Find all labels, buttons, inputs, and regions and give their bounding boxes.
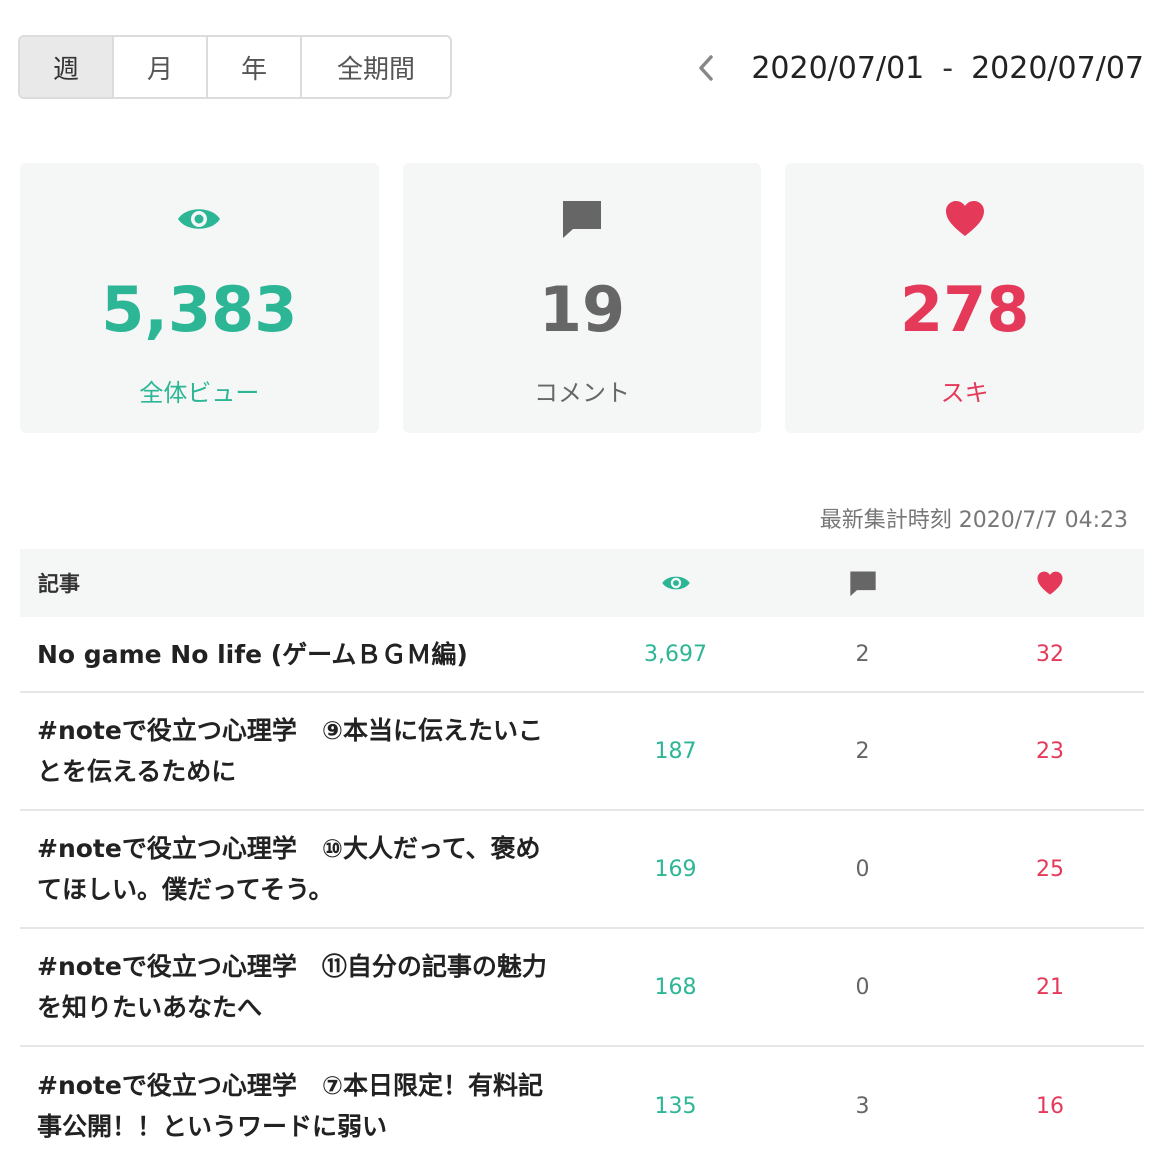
tab-year[interactable]: 年	[208, 37, 302, 97]
tab-all-time[interactable]: 全期間	[302, 37, 450, 97]
comments-label: コメント	[534, 379, 630, 407]
article-title[interactable]: #noteで役立つ心理学 ⑪自分の記事の魅力を知りたいあなたへ	[20, 946, 582, 1028]
article-comments: 2	[855, 641, 870, 667]
table-row[interactable]: #noteで役立つ心理学 ⑨本当に伝えたいことを伝えるために 187 2 23	[20, 693, 1144, 811]
tab-week[interactable]: 週	[20, 37, 114, 97]
article-comments: 3	[855, 1093, 870, 1119]
article-title[interactable]: #noteで役立つ心理学 ⑨本当に伝えたいことを伝えるために	[20, 710, 582, 792]
article-comments: 2	[855, 738, 870, 764]
article-title[interactable]: No game No life (ゲームＢＧＭ編)	[20, 634, 582, 675]
likes-card: 278 スキ	[785, 163, 1145, 433]
table-header: 記事	[20, 549, 1144, 617]
heart-icon	[1037, 571, 1063, 595]
article-likes: 25	[1036, 856, 1064, 882]
stats-cards: 5,383 全体ビュー 19 コメント 278 スキ	[20, 163, 1145, 433]
article-views: 187	[654, 738, 697, 764]
likes-total: 278	[899, 273, 1030, 346]
views-card: 5,383 全体ビュー	[20, 163, 379, 433]
articles-table: 記事 No game No life (ゲームＢＧＭ編) 3,697 2 32 …	[20, 549, 1144, 1153]
comment-icon	[849, 571, 876, 596]
comments-card: 19 コメント	[402, 163, 762, 433]
views-total: 5,383	[101, 273, 298, 346]
comments-total: 19	[538, 273, 626, 346]
article-title[interactable]: #noteで役立つ心理学 ⑩大人だって、褒めてほしい。僕だってそう。	[20, 828, 582, 910]
article-comments: 0	[855, 974, 870, 1000]
views-label: 全体ビュー	[139, 379, 260, 407]
table-row[interactable]: #noteで役立つ心理学 ⑩大人だって、褒めてほしい。僕だってそう。 169 0…	[20, 811, 1144, 929]
article-views: 169	[654, 856, 697, 882]
eye-icon	[661, 576, 690, 590]
heart-icon	[944, 199, 986, 239]
last-updated-time: 最新集計時刻 2020/7/7 04:23	[819, 508, 1128, 533]
eye-icon	[176, 199, 222, 239]
column-header-article: 記事	[38, 572, 80, 596]
article-likes: 21	[1036, 974, 1064, 1000]
article-title[interactable]: #noteで役立つ心理学 ⑦本日限定！有料記事公開！！というワードに弱い	[20, 1065, 582, 1147]
article-views: 135	[654, 1093, 697, 1119]
date-separator: -	[942, 50, 954, 86]
article-views: 3,697	[644, 641, 707, 667]
period-tabs: 週 月 年 全期間	[18, 35, 452, 99]
date-start: 2020/07/01	[751, 50, 925, 86]
likes-label: スキ	[940, 379, 989, 407]
column-header-comments[interactable]	[769, 570, 956, 597]
article-likes: 32	[1036, 641, 1064, 667]
date-end: 2020/07/07	[971, 50, 1144, 86]
article-views: 168	[654, 974, 697, 1000]
table-row[interactable]: No game No life (ゲームＢＧＭ編) 3,697 2 32	[20, 617, 1144, 693]
column-header-likes[interactable]	[956, 571, 1144, 596]
date-range: 2020/07/01 - 2020/07/07	[691, 44, 1144, 92]
table-row[interactable]: #noteで役立つ心理学 ⑪自分の記事の魅力を知りたいあなたへ 168 0 21	[20, 929, 1144, 1047]
article-likes: 16	[1036, 1093, 1064, 1119]
table-row[interactable]: #noteで役立つ心理学 ⑦本日限定！有料記事公開！！というワードに弱い 135…	[20, 1047, 1144, 1153]
comment-icon	[561, 199, 603, 239]
article-comments: 0	[855, 856, 870, 882]
previous-period-button[interactable]	[691, 48, 721, 88]
column-header-views[interactable]	[582, 573, 769, 593]
chevron-left-icon	[699, 55, 714, 81]
article-likes: 23	[1036, 738, 1064, 764]
tab-month[interactable]: 月	[114, 37, 208, 97]
